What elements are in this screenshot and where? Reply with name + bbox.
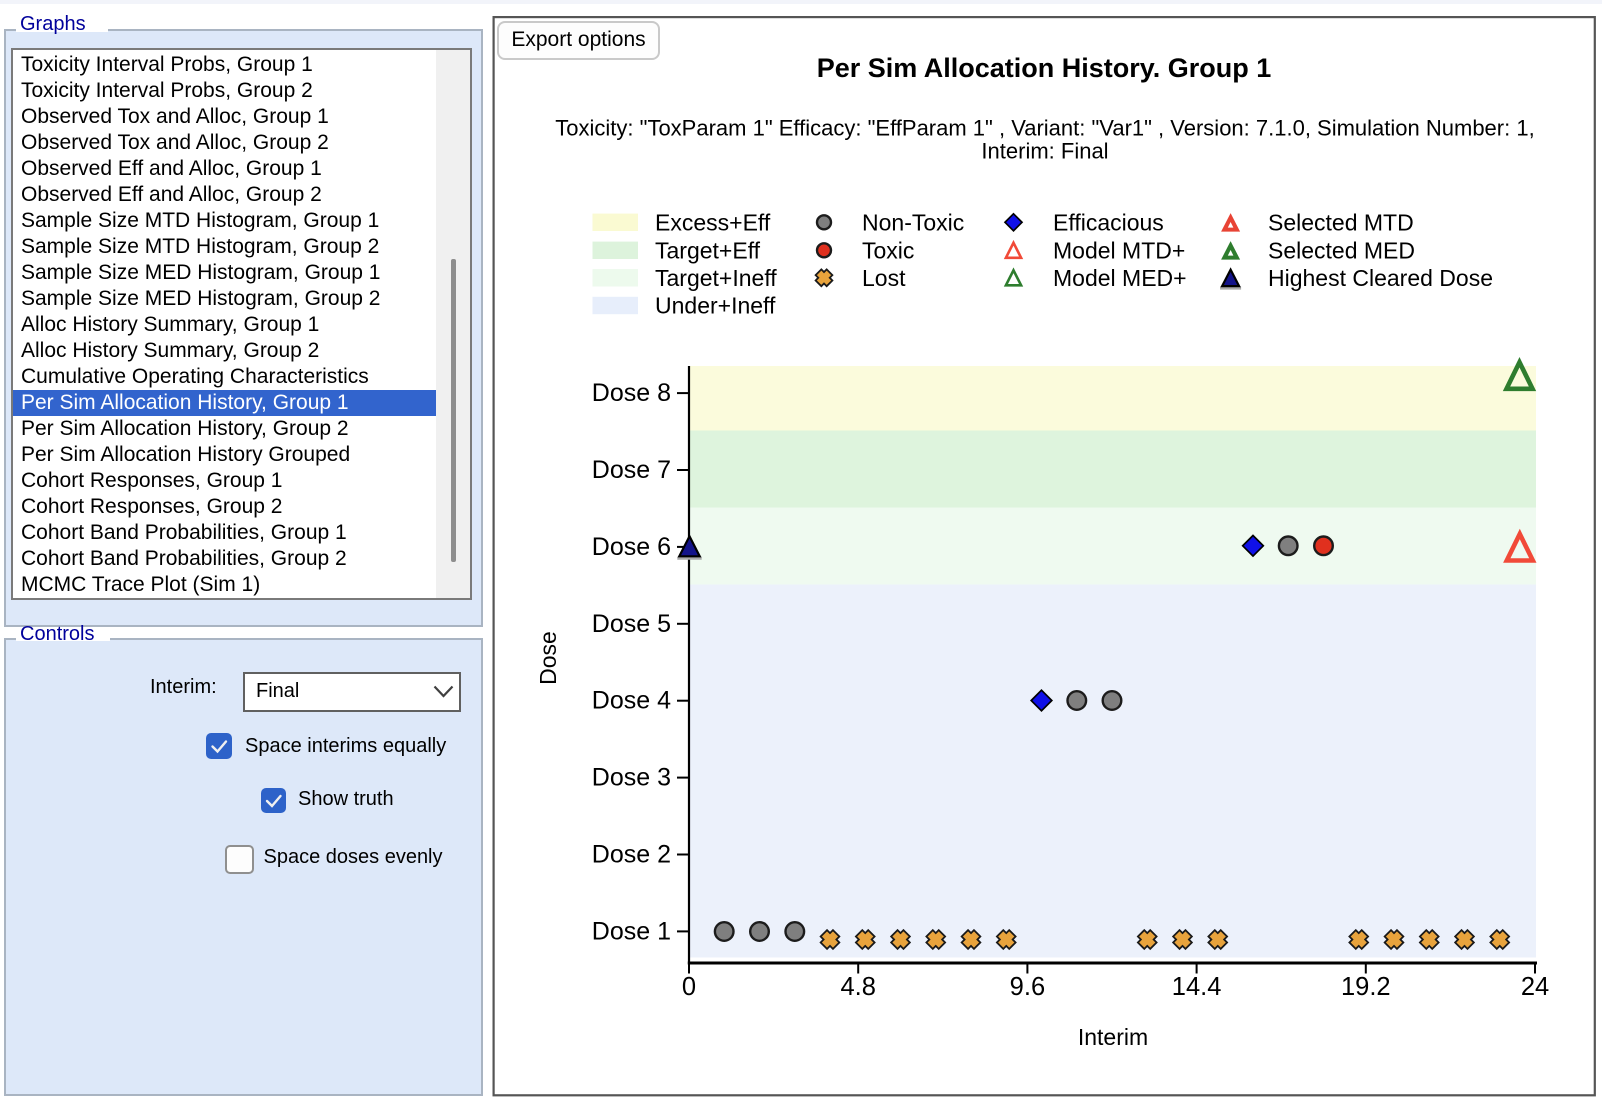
svg-text:9.6: 9.6 — [1010, 973, 1045, 1001]
svg-text:Non-Toxic: Non-Toxic — [862, 209, 964, 235]
svg-text:Under+Ineff: Under+Ineff — [655, 293, 776, 319]
svg-text:Lost: Lost — [862, 265, 906, 291]
svg-text:Efficacious: Efficacious — [1053, 209, 1164, 235]
svg-text:Per Sim Allocation History. Gr: Per Sim Allocation History. Group 1 — [817, 53, 1272, 83]
svg-text:Dose 4: Dose 4 — [592, 687, 671, 715]
svg-text:Toxicity: "ToxParam 1" Efficac: Toxicity: "ToxParam 1" Efficacy: "EffPar… — [555, 116, 1534, 141]
svg-text:Highest Cleared Dose: Highest Cleared Dose — [1268, 265, 1493, 291]
svg-text:Dose 2: Dose 2 — [592, 841, 671, 869]
svg-text:19.2: 19.2 — [1341, 973, 1391, 1001]
svg-text:Interim: Interim — [1078, 1024, 1148, 1050]
svg-text:Selected MED: Selected MED — [1268, 237, 1415, 263]
svg-text:Dose 5: Dose 5 — [592, 610, 671, 638]
svg-text:14.4: 14.4 — [1172, 973, 1222, 1001]
svg-text:Dose: Dose — [535, 631, 561, 685]
svg-text:24: 24 — [1521, 973, 1549, 1001]
svg-text:Dose 6: Dose 6 — [592, 533, 671, 561]
svg-text:Interim: Final: Interim: Final — [981, 139, 1108, 164]
svg-text:Dose 8: Dose 8 — [592, 379, 671, 407]
svg-text:Dose 1: Dose 1 — [592, 917, 671, 945]
svg-text:Selected MTD: Selected MTD — [1268, 209, 1414, 235]
svg-text:0: 0 — [682, 973, 696, 1001]
svg-text:Dose 7: Dose 7 — [592, 456, 671, 484]
svg-text:Toxic: Toxic — [862, 237, 914, 263]
svg-text:Dose 3: Dose 3 — [592, 764, 671, 792]
svg-text:Model MTD+: Model MTD+ — [1053, 237, 1185, 263]
svg-text:Target+Ineff: Target+Ineff — [655, 265, 777, 291]
svg-text:Model MED+: Model MED+ — [1053, 265, 1187, 291]
svg-text:Target+Eff: Target+Eff — [655, 237, 761, 263]
svg-text:Excess+Eff: Excess+Eff — [655, 209, 771, 235]
svg-text:4.8: 4.8 — [840, 973, 875, 1001]
